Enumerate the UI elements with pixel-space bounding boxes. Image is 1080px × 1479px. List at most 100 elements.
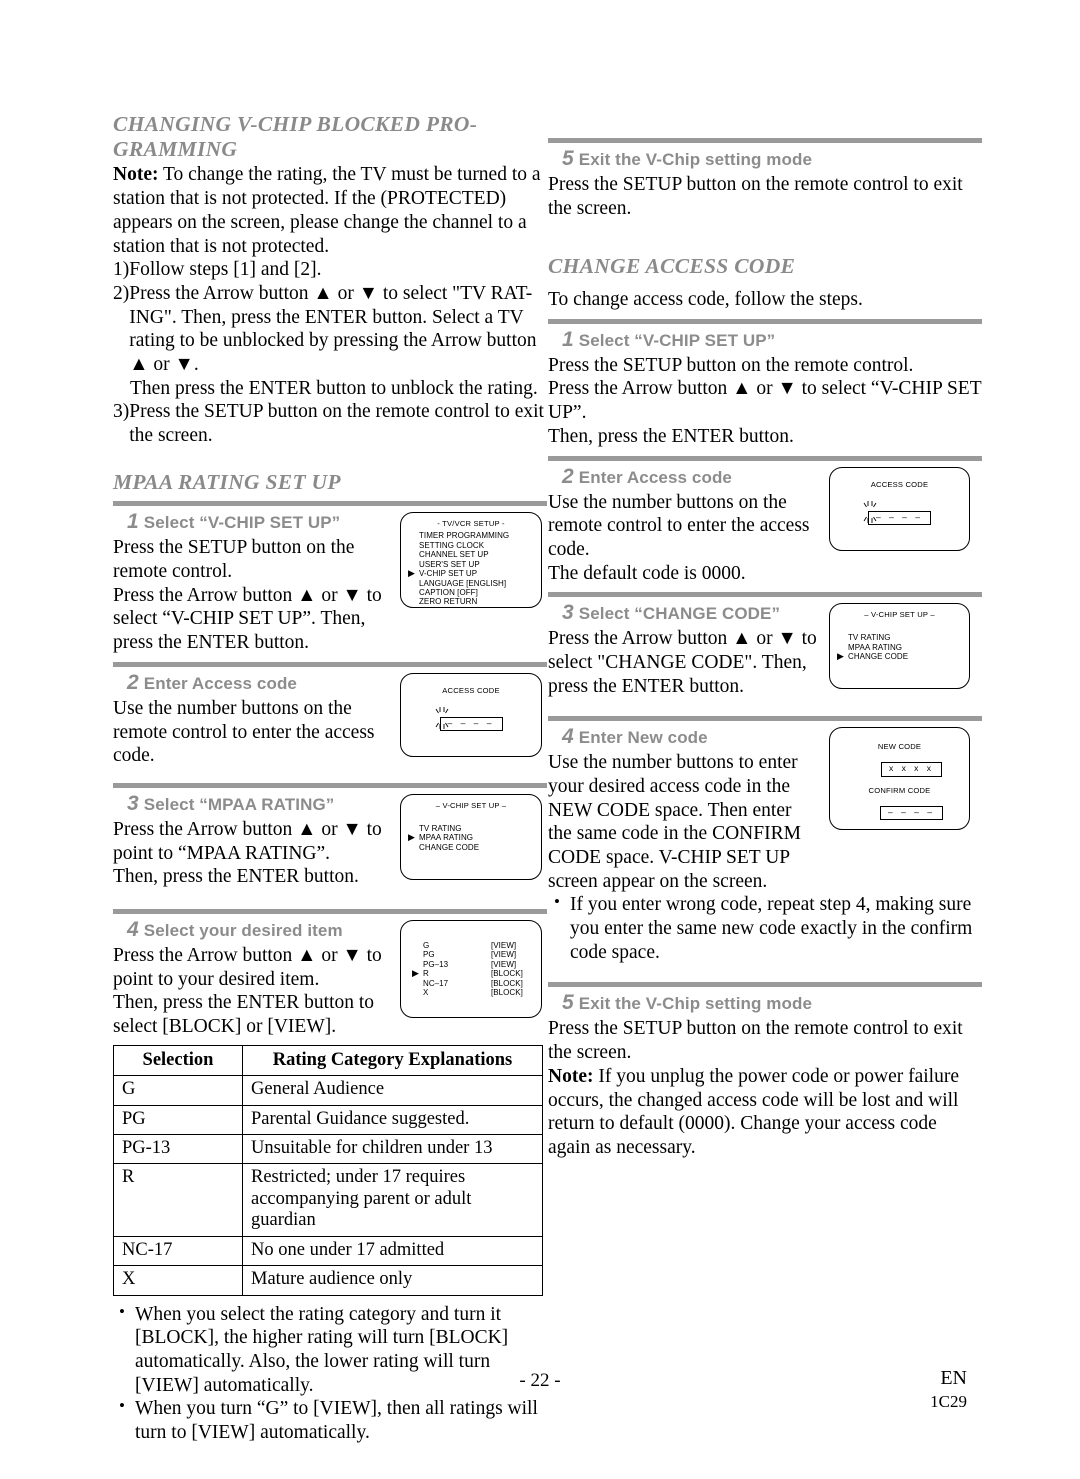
osd-access-code-change: ACCESS CODE – – – –: [829, 466, 970, 551]
rating-value: [BLOCK]: [491, 978, 523, 988]
cac-step-1: 1 Select “V-CHIP SET UP” Press the SETUP …: [548, 328, 982, 449]
rating-label: PG: [423, 950, 435, 960]
section-title-mpaa-rating-setup: MPAA RATING SET UP: [113, 469, 341, 494]
osd-menu-item-selected: ▶ V-CHIP SET UP: [408, 568, 541, 579]
step-text: Follow steps [1] and [2].: [129, 259, 322, 281]
osd-menu-item: CHANGE CODE: [419, 843, 541, 852]
language-code: EN: [940, 1367, 967, 1389]
cac-step-5-body: Press the SETUP button on the remote con…: [548, 1017, 982, 1159]
osd-menu-item: TIMER PROGRAMMING: [419, 531, 541, 540]
step-number: 5: [562, 991, 574, 1015]
paragraph: The default code is 0000.: [548, 562, 746, 584]
osd-rating-row: NC–17 [BLOCK]: [423, 979, 541, 988]
rating-value: [BLOCK]: [491, 988, 523, 998]
bullet-item: When you turn “G” to [VIEW], then all ra…: [113, 1396, 547, 1444]
code-entry: – – – –: [863, 500, 931, 525]
osd-item-label: TIMER PROGRAMMING: [419, 531, 510, 541]
step-title: Select “V-CHIP SET UP”: [143, 513, 341, 533]
osd-item-label: SETTING CLOCK: [419, 540, 485, 550]
paragraph: Press the SETUP button on the remote con…: [548, 354, 914, 376]
section-title-changing-vchip: CHANGING V-CHIP BLOCKED PRO- GRAMMING: [113, 112, 478, 161]
rating-label: G: [423, 940, 430, 950]
osd-menu-item: CAPTION [OFF]: [419, 588, 541, 597]
code-entry: – – – –: [435, 706, 503, 732]
section-divider: [548, 318, 982, 324]
cac-step-4: 4 Enter New code Use the number buttons t…: [548, 725, 982, 964]
osd-menu-item: SETTING CLOCK: [419, 541, 541, 550]
left-column: CHANGING V-CHIP BLOCKED PRO- GRAMMING No…: [113, 112, 547, 1445]
rating-label: NC–17: [423, 978, 449, 988]
page-number: - 22 -: [519, 1370, 561, 1391]
rating-label: R: [423, 969, 429, 979]
osd-code-field-wrap: – – – –: [401, 706, 541, 732]
osd-item-label: CAPTION [OFF]: [419, 588, 478, 598]
mpaa-step-3-body: Press the Arrow button ▲ or ▼ to point t…: [113, 818, 385, 889]
table-row: NC-17 No one under 17 admitted: [113, 1235, 543, 1267]
step-number: 2: [127, 670, 139, 694]
numbered-step: 3) Press the SETUP button on the remote …: [113, 400, 547, 447]
osd-item-label: LANGUAGE [ENGLISH]: [419, 578, 507, 588]
rating-label: X: [423, 988, 429, 998]
change-access-code-intro: To change access code, follow the steps.: [548, 289, 863, 311]
mpaa-step-5-body: Press the SETUP button on the remote con…: [548, 173, 982, 220]
section-divider: [548, 982, 982, 988]
table-cell-explanation: No one under 17 admitted: [242, 1235, 543, 1267]
numbered-step: Then press the ENTER button to unblock t…: [113, 377, 547, 401]
note-label: Note:: [113, 164, 159, 186]
paragraph: Press the Arrow button ▲ or ▼ to select …: [113, 584, 382, 654]
osd-menu-item: LANGUAGE [ENGLISH]: [419, 579, 541, 588]
osd-item-label: CHANGE CODE: [848, 652, 909, 662]
paragraph: Press the SETUP button on the remote con…: [548, 1018, 963, 1064]
table-cell-explanation: Restricted; under 17 requires accompanyi…: [242, 1163, 543, 1237]
note-text: If you unplug the power code or power fa…: [548, 1065, 959, 1158]
osd-title: ACCESS CODE: [442, 685, 500, 695]
step-title: Enter Access code: [143, 673, 297, 693]
cac-step-1-body: Press the SETUP button on the remote con…: [548, 354, 982, 449]
rating-category-table: Selection Rating Category Explanations G…: [113, 1044, 543, 1296]
step-text: Then press the ENTER button to unblock t…: [130, 377, 538, 399]
osd-menu-list: TV RATING MPAA RATING ▶ CHANGE CODE: [830, 633, 969, 661]
table-row: X Mature audience only: [113, 1265, 543, 1296]
cac-step-3-body: Press the Arrow button ▲ or ▼ to select …: [548, 627, 820, 698]
table-header-row: Selection Rating Category Explanations: [113, 1044, 543, 1077]
section-divider: [113, 782, 547, 788]
step-title: Select “MPAA RATING”: [143, 794, 335, 814]
osd-menu-item: USER'S SET UP: [419, 560, 541, 569]
osd-menu-list: TIMER PROGRAMMING SETTING CLOCK CHANNEL …: [401, 531, 541, 608]
osd-confirm-code-label: CONFIRM CODE: [868, 785, 931, 795]
cac-step-5-heading: 5 Exit the V-Chip setting mode: [562, 991, 982, 1015]
table-cell-explanation: Parental Guidance suggested.: [242, 1104, 543, 1135]
step-number: 1): [113, 259, 130, 281]
osd-new-code: NEW CODE x x x x CONFIRM CODE – – – –: [829, 727, 970, 831]
osd-menu-list: G [VIEW] PG [VIEW] PG–13 [VIEW] ▶ R [BLOCK] N…: [401, 941, 541, 998]
rating-label: PG–13: [423, 959, 449, 969]
confirm-code-box: – – – –: [880, 805, 943, 820]
osd-item-label: TIME SEARCH: [419, 607, 474, 608]
step-number: 4: [127, 917, 139, 941]
osd-item-label: CHANNEL SET UP: [419, 550, 489, 560]
osd-item-label: V-CHIP SET UP: [419, 569, 478, 579]
table-row: R Restricted; under 17 requires accompan…: [113, 1163, 543, 1237]
mpaa-step-1: 1 Select “V-CHIP SET UP” Press the SETUP …: [113, 510, 547, 654]
step-number: 3): [113, 401, 130, 423]
osd-item-label: CHANGE CODE: [419, 842, 480, 852]
osd-mpaa-rating-list: G [VIEW] PG [VIEW] PG–13 [VIEW] ▶ R [BLOCK] N…: [400, 919, 542, 1018]
table-cell-selection: X: [113, 1265, 243, 1296]
table-cell-selection: PG-13: [113, 1133, 243, 1165]
osd-item-label: MPAA RATING: [419, 833, 474, 843]
mpaa-step-5-heading: 5 Exit the V-Chip setting mode: [562, 147, 982, 171]
table-header-explanations: Rating Category Explanations: [242, 1044, 543, 1077]
step-text: Press the SETUP button on the remote con…: [129, 401, 544, 446]
mpaa-step-5: 5 Exit the V-Chip setting mode Press the …: [548, 147, 982, 220]
section-divider: [548, 716, 982, 722]
step-title: Select your desired item: [143, 920, 343, 940]
cursor-arrow-icon: ▶: [837, 650, 844, 661]
osd-menu-item-selected: ▶ CHANGE CODE: [837, 651, 969, 662]
osd-menu-item: MPAA RATING: [848, 643, 969, 652]
osd-access-code-mpaa: ACCESS CODE – – – –: [400, 672, 542, 757]
osd-title: - TV/VCR SETUP -: [437, 519, 505, 529]
step-title: Enter New code: [578, 728, 708, 748]
cac-step-2-body: Use the number buttons on the remote con…: [548, 491, 826, 586]
osd-vchip-setup-change-code: – V-CHIP SET UP – TV RATING MPAA RATING …: [829, 603, 970, 690]
section-title-change-access-code: CHANGE ACCESS CODE: [548, 254, 796, 279]
